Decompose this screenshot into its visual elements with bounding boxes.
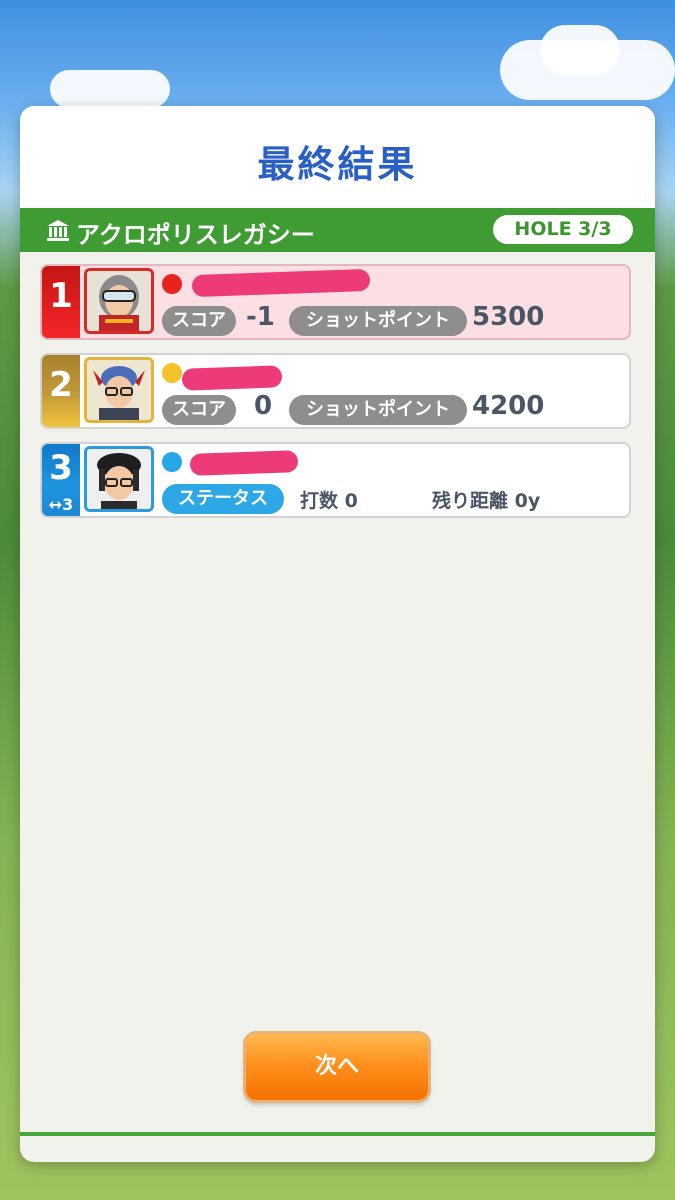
remaining-distance: 残り距離 0y bbox=[432, 490, 541, 512]
course-bar: アクロポリスレガシー HOLE 3/3 bbox=[20, 208, 655, 252]
redacted-name bbox=[181, 365, 283, 391]
player-color-dot bbox=[162, 452, 182, 472]
status-label: ステータス bbox=[162, 484, 284, 514]
next-button[interactable]: 次へ bbox=[246, 1034, 428, 1100]
cloud bbox=[50, 70, 170, 108]
player-color-dot bbox=[162, 363, 182, 383]
avatar-icon bbox=[87, 360, 151, 420]
rank-badge: 2 bbox=[42, 355, 80, 427]
avatar-icon bbox=[87, 449, 151, 509]
player-color-dot bbox=[162, 274, 182, 294]
bottom-divider bbox=[20, 1132, 655, 1136]
rank-badge: 1 bbox=[42, 266, 80, 338]
redacted-name bbox=[191, 268, 371, 298]
avatar-icon bbox=[87, 271, 151, 331]
cloud bbox=[540, 25, 620, 75]
course-name: アクロポリスレガシー bbox=[76, 221, 315, 249]
shot-points-value: 4200 bbox=[472, 391, 545, 421]
avatar bbox=[84, 446, 154, 512]
score-label: スコア bbox=[162, 306, 236, 336]
avatar bbox=[84, 357, 154, 423]
hole-badge: HOLE 3/3 bbox=[493, 215, 633, 244]
score-label: スコア bbox=[162, 395, 236, 425]
score-value: -1 bbox=[246, 302, 275, 332]
rank-number: 2 bbox=[49, 365, 73, 405]
shot-points-label: ショットポイント bbox=[289, 395, 467, 425]
player-row-1[interactable]: 1 スコア -1 ショットポイント 5300 bbox=[40, 264, 631, 340]
shot-points-label: ショットポイント bbox=[289, 306, 467, 336]
shot-points-value: 5300 bbox=[472, 302, 545, 332]
player-row-3[interactable]: 3 ↔3 ステータス 打数 0 残り距離 0y bbox=[40, 442, 631, 518]
redacted-name bbox=[189, 450, 299, 476]
results-panel: 最終結果 アクロポリスレガシー HOLE 3/3 1 スコア -1 ショットポイ… bbox=[20, 106, 655, 1162]
avatar bbox=[84, 268, 154, 334]
score-value: 0 bbox=[254, 391, 273, 421]
title-area: 最終結果 bbox=[20, 106, 655, 208]
page-title: 最終結果 bbox=[257, 143, 418, 186]
rank-badge: 3 ↔3 bbox=[42, 444, 80, 516]
stroke-count: 打数 0 bbox=[300, 490, 358, 512]
temple-icon bbox=[47, 220, 69, 241]
rank-number: 3 bbox=[49, 448, 73, 488]
rank-change: ↔3 bbox=[48, 495, 74, 514]
rank-number: 1 bbox=[49, 276, 73, 316]
player-row-2[interactable]: 2 スコア 0 ショットポイント 4200 bbox=[40, 353, 631, 429]
